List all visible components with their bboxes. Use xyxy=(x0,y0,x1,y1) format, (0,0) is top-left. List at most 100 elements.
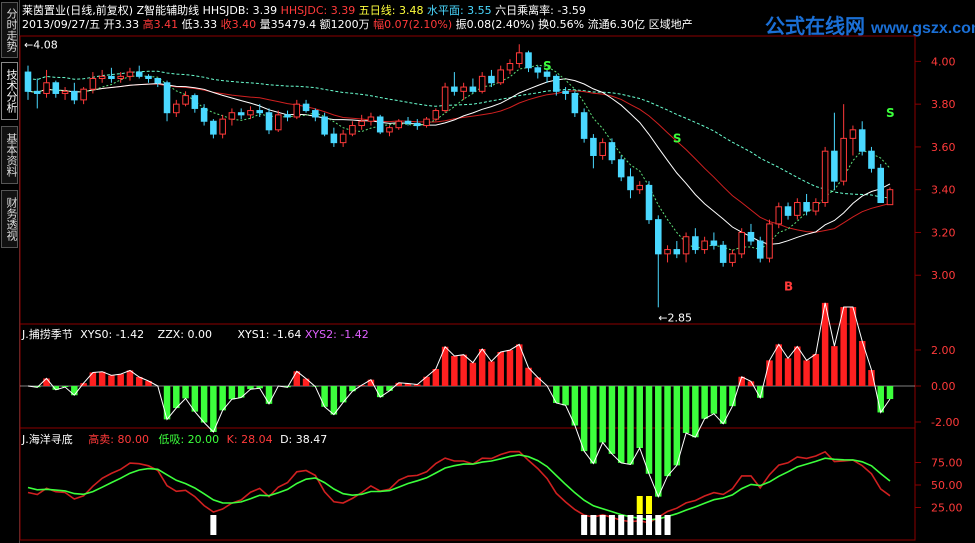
sell-level-value: 高卖: 80.00 xyxy=(88,433,149,446)
panel2-axis-label-neg2: -2.00 xyxy=(931,416,959,429)
candle-body xyxy=(395,120,403,129)
candle-body xyxy=(247,110,254,116)
low-signal-block xyxy=(627,515,634,535)
candle-body xyxy=(654,219,662,255)
buy-signal: B xyxy=(784,280,793,294)
moving-average-lines xyxy=(27,64,891,251)
axis-label: 3.00 xyxy=(931,269,956,282)
panel3-title-bar: J.海洋寻底 高卖: 80.00 低吸: 20.00 K: 28.04 D: 3… xyxy=(22,431,327,447)
sell-signal: S xyxy=(673,132,682,146)
candle-body xyxy=(803,202,810,212)
d-value: D: 38.47 xyxy=(280,433,328,446)
candle-body xyxy=(376,116,384,133)
candle-body xyxy=(386,127,393,133)
panel2-axis-label-0: 0.00 xyxy=(931,380,956,393)
ma-long-dashed xyxy=(27,70,891,199)
candle-body xyxy=(478,75,486,92)
candle-body xyxy=(794,202,801,216)
axis-label: 3.40 xyxy=(931,184,956,197)
candle-body xyxy=(228,112,236,120)
candle-body xyxy=(469,86,477,92)
chart-canvas[interactable]: 4.003.803.603.403.203.00 ←4.08←2.85SSSB … xyxy=(0,0,975,543)
low-signal-block xyxy=(599,515,606,535)
candle-body xyxy=(617,159,625,178)
candle-body xyxy=(89,77,97,90)
candle-body xyxy=(432,110,440,120)
candle-body xyxy=(812,202,820,212)
candle-body xyxy=(274,114,282,131)
axis-label: 3.20 xyxy=(931,226,956,239)
ma-white xyxy=(27,78,891,245)
candle-body xyxy=(599,142,606,156)
candle-body xyxy=(80,88,87,101)
candle-body xyxy=(525,52,532,69)
xys0-value: XYS0: -1.42 xyxy=(80,328,145,341)
candle-body xyxy=(182,95,189,105)
main-price-panel xyxy=(19,35,916,325)
candle-body xyxy=(404,120,412,124)
candle-body xyxy=(877,167,885,204)
candle-body xyxy=(682,236,690,255)
candle-body xyxy=(339,133,347,144)
candle-body xyxy=(71,90,78,101)
candle-body xyxy=(645,184,653,221)
axis-label: 3.60 xyxy=(931,141,956,154)
candle-body xyxy=(284,114,291,118)
candle-body xyxy=(747,231,755,242)
low-price-marker: ←2.85 xyxy=(658,311,692,324)
candle-body xyxy=(24,71,32,92)
seabottom-indicator: 75.00 50.00 25.00 xyxy=(27,450,963,535)
candle-body xyxy=(766,223,773,259)
panel2-title: J.捕捞季节 xyxy=(22,328,73,341)
candle-body xyxy=(627,176,634,191)
candle-body xyxy=(219,118,226,135)
candle-body xyxy=(135,71,143,77)
low-signal-block xyxy=(655,515,662,535)
candle-body xyxy=(126,71,134,77)
candle-body xyxy=(497,69,504,84)
candle-body xyxy=(886,189,894,206)
candle-body xyxy=(849,129,857,139)
candle-body xyxy=(729,253,736,263)
candle-body xyxy=(61,90,69,94)
candle-body xyxy=(756,240,764,259)
zzx-value: ZZX: 0.00 xyxy=(157,328,212,341)
low-signal-block xyxy=(618,515,625,535)
low-signal-block xyxy=(210,515,217,535)
candle-body xyxy=(608,142,616,161)
candle-body xyxy=(200,107,208,122)
candle-body xyxy=(33,90,41,94)
panel3-title: J.海洋寻底 xyxy=(22,433,73,446)
axis-label: 3.80 xyxy=(931,98,956,111)
candle-body xyxy=(784,206,792,216)
candle-body xyxy=(154,77,162,84)
candle-body xyxy=(553,75,560,92)
candle-body xyxy=(673,249,681,255)
candle-body xyxy=(191,95,199,109)
candle-body xyxy=(775,206,783,225)
low-signal-block xyxy=(581,515,588,535)
candle-body xyxy=(441,86,449,112)
low-signal-block xyxy=(590,515,597,535)
candle-body xyxy=(349,125,356,135)
k-line xyxy=(27,450,891,524)
axis-label: 4.00 xyxy=(931,55,956,68)
panel3-axis-label: 75.00 xyxy=(931,457,963,470)
alert-block xyxy=(646,496,653,514)
panel3-axis-label: 50.00 xyxy=(931,479,963,492)
candle-body xyxy=(831,150,838,182)
candle-body xyxy=(163,82,171,114)
xys1-value: XYS1: -1.64 xyxy=(237,328,302,341)
candle-body xyxy=(664,249,671,255)
candle-body xyxy=(237,112,245,116)
alert-block xyxy=(636,496,643,514)
candle-body xyxy=(710,240,718,246)
candle-body xyxy=(293,103,301,118)
candle-body xyxy=(534,67,542,73)
candle-body xyxy=(210,120,217,135)
candle-body xyxy=(580,112,588,139)
candle-body xyxy=(302,103,310,112)
candle-body xyxy=(858,129,866,152)
low-signal-block xyxy=(664,515,671,535)
candle-body xyxy=(738,231,745,255)
